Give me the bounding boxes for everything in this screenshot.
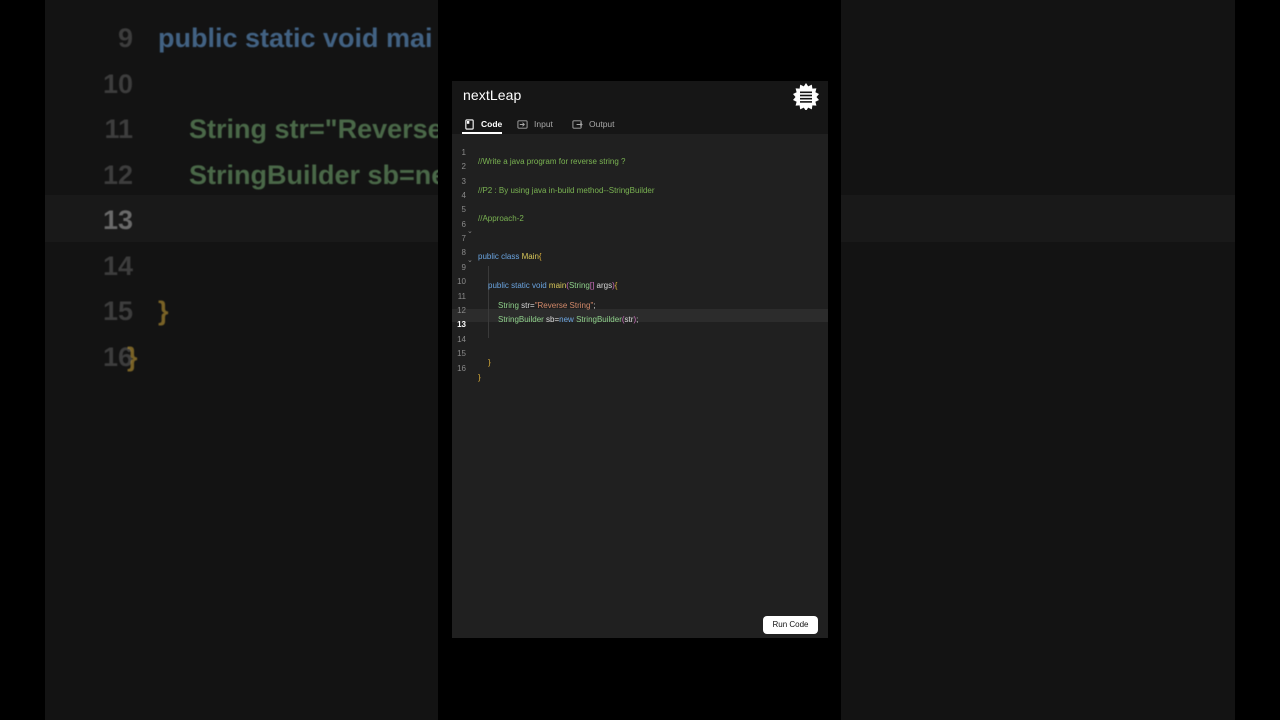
output-icon [572, 119, 583, 129]
background-line-number: 14 [102, 251, 133, 281]
brand-logo: nextLeap [463, 87, 522, 103]
background-code: } [127, 342, 138, 372]
app-header: nextLeap [452, 81, 828, 113]
code-line: 4 [452, 180, 828, 200]
code-line: 1 //Write a java program for reverse str… [452, 137, 828, 166]
right-letterbox [1235, 0, 1280, 720]
background-line-number: 13 [102, 205, 133, 235]
background-line-number: 15 [102, 296, 133, 326]
tab-label: Input [534, 119, 553, 129]
code-line: 16 } [452, 353, 828, 382]
input-icon [517, 119, 528, 129]
tab-bar: Code Input Output [452, 113, 828, 134]
code-line: 12 StringBuilder sb=new StringBuilder(st… [452, 295, 828, 324]
code-line: 8 [452, 237, 828, 257]
code-line: 3 //P2 : By using java in-build method--… [452, 166, 828, 195]
background-line-number: 9 [117, 23, 133, 53]
code-line: 9 ⌄ public static void main(String[] arg… [452, 252, 828, 290]
tab-code[interactable]: Code [464, 116, 502, 132]
tab-label: Code [481, 119, 503, 129]
code-line: 14 [452, 324, 828, 344]
tab-input[interactable]: Input [517, 116, 553, 132]
background-line-number: 16 [102, 342, 133, 372]
background-code: } [158, 296, 169, 326]
code-line: 10 [452, 266, 828, 286]
left-letterbox [0, 0, 45, 720]
background-code: public static void mai [158, 23, 433, 53]
code-line: 6 [452, 209, 828, 229]
tab-output[interactable]: Output [572, 116, 615, 132]
code-editor[interactable]: 1 //Write a java program for reverse str… [452, 134, 828, 614]
code-line: 7 ⌄ public class Main{ [452, 223, 828, 261]
code-line: 15 } [452, 338, 828, 367]
menu-icon[interactable] [792, 82, 820, 110]
code-file-icon [465, 118, 474, 130]
line-number: 16 [457, 364, 466, 373]
code-line: 11 String str="Reverse String"; [452, 281, 828, 310]
code-editor-app: nextLeap Code Input Output 1 //Write a j… [452, 81, 828, 638]
background-line-number: 10 [102, 69, 133, 99]
code-line-current: 13 [452, 309, 828, 329]
background-line-number: 12 [102, 160, 133, 190]
code-line: 5 //Approach-2 [452, 194, 828, 223]
code-line: 2 [452, 151, 828, 171]
tab-label: Output [589, 119, 615, 129]
background-line-number: 11 [104, 114, 133, 144]
run-code-button[interactable]: Run Code [763, 616, 818, 634]
line-code: } [478, 373, 481, 382]
background-code: String str="Reverse [189, 114, 443, 144]
background-code: StringBuilder sb=ne [189, 160, 447, 190]
